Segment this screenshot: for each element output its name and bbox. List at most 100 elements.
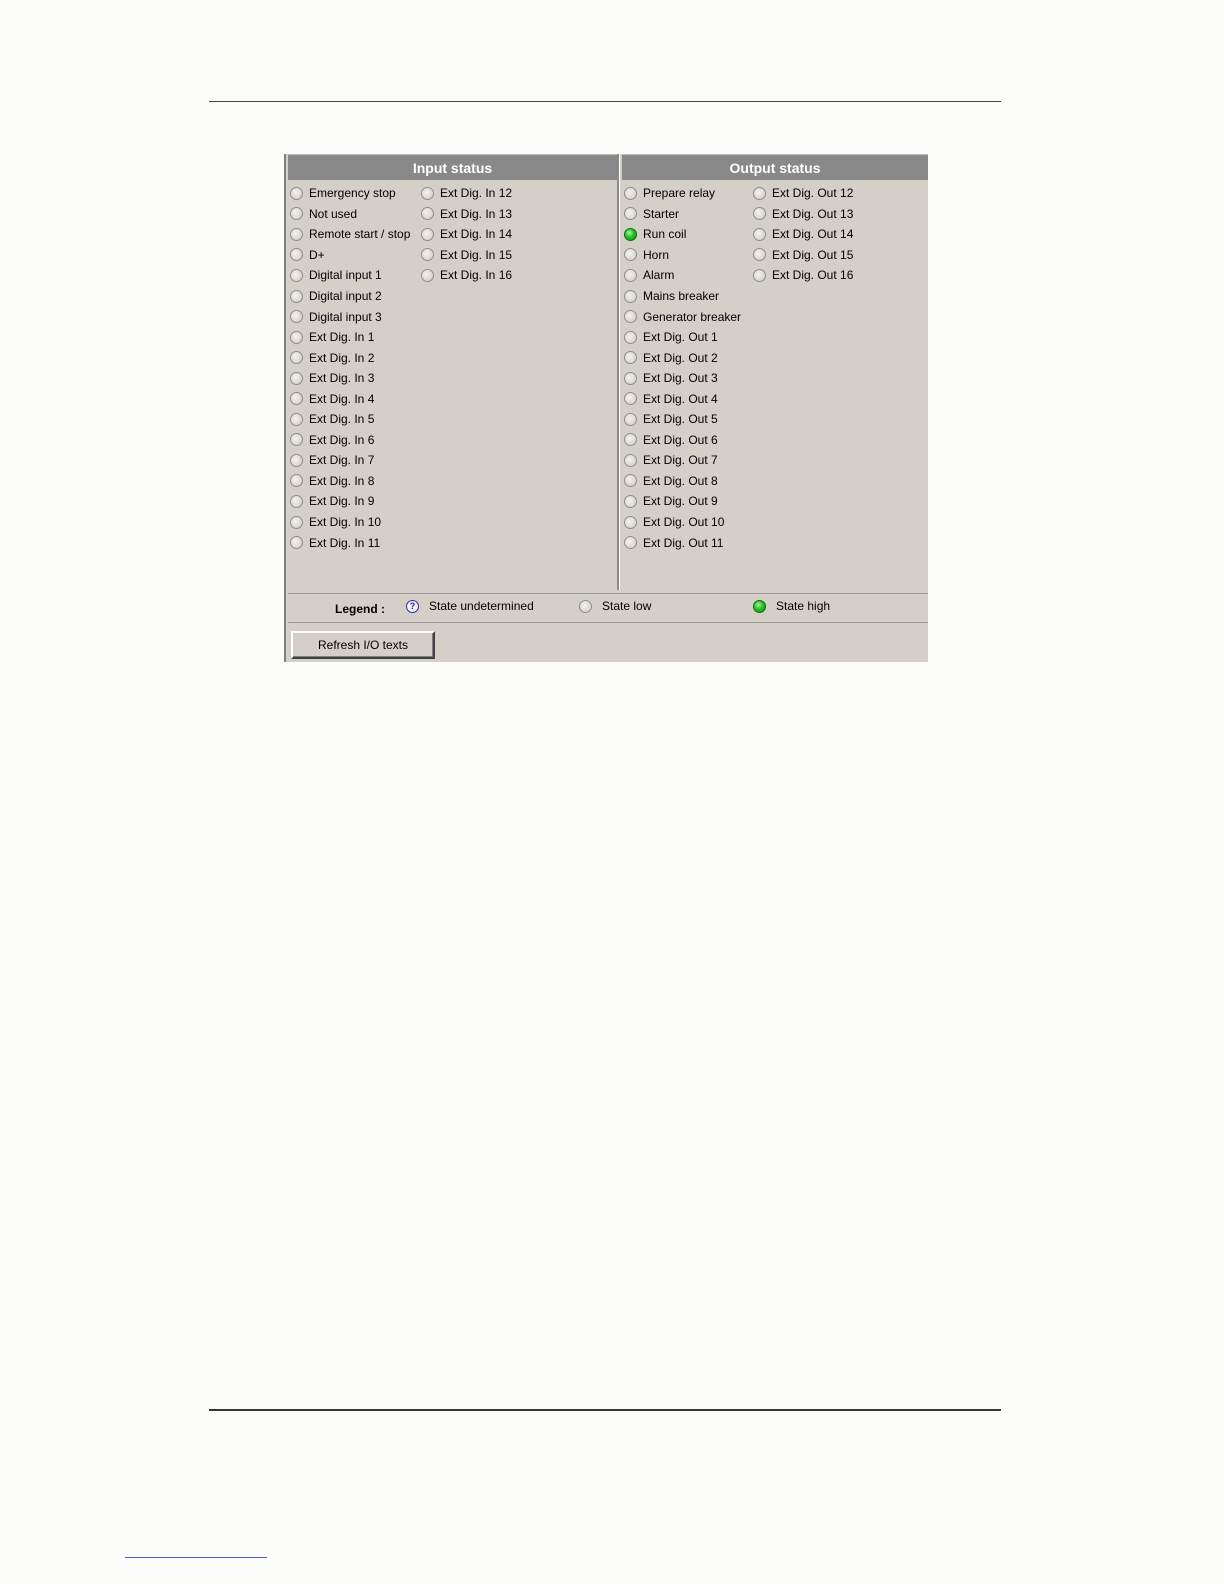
input-status-header: Input status xyxy=(288,154,617,180)
input-status-label: Emergency stop xyxy=(309,186,396,201)
input-status-label: Ext Dig. In 9 xyxy=(309,494,375,509)
state-low-indicator-icon xyxy=(753,207,766,221)
output-status-label: Starter xyxy=(643,206,680,221)
input-status-label: Ext Dig. In 16 xyxy=(440,268,513,283)
panel-divider xyxy=(617,154,620,590)
legend-low-label: State low xyxy=(602,599,652,613)
input-status-label: Ext Dig. In 10 xyxy=(309,515,382,530)
output-status-label: Ext Dig. Out 15 xyxy=(772,247,854,262)
output-status-item: Ext Dig. Out 2 xyxy=(624,347,741,368)
legend-high-label: State high xyxy=(776,599,831,613)
state-low-indicator-icon xyxy=(421,248,434,262)
output-status-label: Ext Dig. Out 1 xyxy=(643,330,718,345)
legend-undetermined: ? State undetermined xyxy=(406,599,534,613)
input-status-label: Ext Dig. In 2 xyxy=(309,350,375,365)
input-status-item: Ext Dig. In 8 xyxy=(290,471,410,492)
output-status-item: Ext Dig. Out 1 xyxy=(624,327,741,348)
page-footer-rule xyxy=(209,1409,1001,1411)
input-status-label: Ext Dig. In 7 xyxy=(309,453,375,468)
input-status-label: Ext Dig. In 8 xyxy=(309,473,375,488)
state-low-indicator-icon xyxy=(753,186,766,200)
input-status-item: Ext Dig. In 16 xyxy=(421,265,512,286)
input-status-label: Ext Dig. In 6 xyxy=(309,432,375,447)
output-status-label: Ext Dig. Out 3 xyxy=(643,371,718,386)
output-status-item: Ext Dig. Out 11 xyxy=(624,532,741,553)
output-status-label: Ext Dig. Out 8 xyxy=(643,473,718,488)
state-low-indicator-icon xyxy=(753,268,766,282)
legend-high: State high xyxy=(753,599,830,613)
state-low-indicator-icon xyxy=(290,248,303,262)
input-status-item: Ext Dig. In 15 xyxy=(421,245,512,266)
input-status-item: Ext Dig. In 2 xyxy=(290,347,410,368)
output-status-label: Ext Dig. Out 5 xyxy=(643,412,718,427)
output-status-item: Ext Dig. Out 5 xyxy=(624,409,741,430)
input-status-label: Ext Dig. In 1 xyxy=(309,330,375,345)
output-status-label: Ext Dig. Out 14 xyxy=(772,227,854,242)
output-status-label: Horn xyxy=(643,247,670,262)
output-status-label: Ext Dig. Out 13 xyxy=(772,206,854,221)
input-status-item: Ext Dig. In 7 xyxy=(290,450,410,471)
input-status-item: Digital input 3 xyxy=(290,306,410,327)
state-low-indicator-icon xyxy=(290,536,303,550)
state-low-indicator-icon xyxy=(624,494,637,508)
input-status-item: Ext Dig. In 6 xyxy=(290,430,410,451)
state-low-indicator-icon xyxy=(290,453,303,467)
input-status-label: Not used xyxy=(309,206,358,221)
state-low-indicator-icon xyxy=(290,207,303,221)
output-status-item: Ext Dig. Out 7 xyxy=(624,450,741,471)
output-status-panel: Output status Prepare relay Starter Run co… xyxy=(622,154,928,590)
state-low-indicator-icon xyxy=(290,186,303,200)
input-status-item: Not used xyxy=(290,204,410,225)
output-status-item: Ext Dig. Out 6 xyxy=(624,430,741,451)
input-status-label: Ext Dig. In 11 xyxy=(309,535,381,550)
input-status-label: Remote start / stop xyxy=(309,227,411,242)
state-high-indicator-icon xyxy=(624,227,637,241)
output-column-2: Ext Dig. Out 12 Ext Dig. Out 13 Ext Dig. O… xyxy=(753,183,853,286)
input-status-item: Ext Dig. In 10 xyxy=(290,512,410,533)
output-status-label: Run coil xyxy=(643,227,687,242)
output-status-label: Alarm xyxy=(643,268,675,283)
state-low-indicator-icon xyxy=(624,453,637,467)
state-low-indicator-icon xyxy=(624,207,637,221)
output-status-item: Ext Dig. Out 16 xyxy=(753,265,853,286)
input-status-label: Ext Dig. In 13 xyxy=(440,206,513,221)
state-low-indicator-icon xyxy=(290,412,303,426)
input-status-item: Ext Dig. In 12 xyxy=(421,183,512,204)
input-status-item: Digital input 1 xyxy=(290,265,410,286)
output-status-label: Ext Dig. Out 11 xyxy=(643,535,724,550)
refresh-io-texts-button[interactable]: Refresh I/O texts xyxy=(291,631,435,659)
state-low-indicator-icon xyxy=(624,515,637,529)
input-status-label: Ext Dig. In 12 xyxy=(440,186,513,201)
output-status-label: Ext Dig. Out 12 xyxy=(772,186,854,201)
page-header-rule xyxy=(209,101,1001,102)
output-status-item: Ext Dig. Out 3 xyxy=(624,368,741,389)
output-status-item: Mains breaker xyxy=(624,286,741,307)
output-status-item: Generator breaker xyxy=(624,306,741,327)
input-status-item: Ext Dig. In 4 xyxy=(290,388,410,409)
input-status-label: Digital input 1 xyxy=(309,268,382,283)
legend-low: State low xyxy=(579,599,651,613)
state-low-indicator-icon xyxy=(290,289,303,303)
input-status-item: Ext Dig. In 9 xyxy=(290,491,410,512)
state-low-indicator-icon xyxy=(624,371,637,385)
output-status-label: Generator breaker xyxy=(643,309,742,324)
state-low-indicator-icon xyxy=(624,186,637,200)
state-low-indicator-icon xyxy=(290,515,303,529)
input-status-label: Ext Dig. In 5 xyxy=(309,412,375,427)
output-status-item: Ext Dig. Out 13 xyxy=(753,204,853,225)
state-low-indicator-icon xyxy=(290,494,303,508)
output-status-label: Ext Dig. Out 10 xyxy=(643,515,725,530)
state-low-indicator-icon xyxy=(624,330,637,344)
input-status-item: Emergency stop xyxy=(290,183,410,204)
input-status-panel: Input status Emergency stop Not used Remot… xyxy=(288,154,617,590)
input-status-item: Ext Dig. In 14 xyxy=(421,224,512,245)
state-low-indicator-icon xyxy=(290,268,303,282)
state-low-indicator-icon xyxy=(290,433,303,447)
output-status-item: Alarm xyxy=(624,265,741,286)
state-low-indicator-icon xyxy=(753,248,766,262)
input-status-item: D+ xyxy=(290,245,410,266)
state-low-indicator-icon xyxy=(421,207,434,221)
output-status-label: Mains breaker xyxy=(643,289,720,303)
state-low-indicator-icon xyxy=(421,186,434,200)
state-low-indicator-icon xyxy=(624,433,637,447)
